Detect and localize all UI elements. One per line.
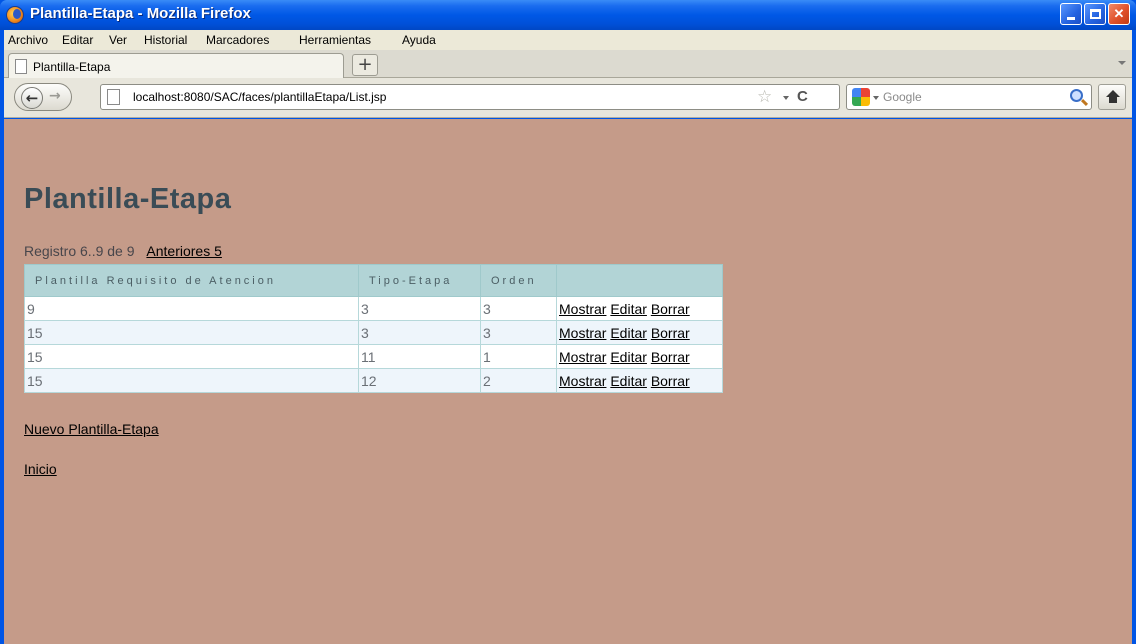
menu-historial[interactable]: Historial xyxy=(144,33,187,47)
cell-tipo-etapa: 3 xyxy=(358,296,481,321)
column-header-plantilla: Plantilla Requisito de Atencion xyxy=(24,264,359,297)
table-row: 15 11 1 Mostrar Editar Borrar xyxy=(24,344,723,369)
show-link[interactable]: Mostrar xyxy=(559,301,606,317)
bookmark-star-icon[interactable]: ☆ xyxy=(757,87,772,107)
cell-plantilla: 15 xyxy=(24,368,359,393)
cell-orden: 1 xyxy=(480,344,557,369)
search-bar[interactable]: Google xyxy=(846,84,1092,110)
search-engine-dropdown-icon[interactable] xyxy=(873,96,879,100)
new-tab-button[interactable]: + xyxy=(352,54,378,76)
show-link[interactable]: Mostrar xyxy=(559,349,606,365)
url-text[interactable]: localhost:8080/SAC/faces/plantillaEtapa/… xyxy=(133,90,386,104)
url-bar[interactable]: localhost:8080/SAC/faces/plantillaEtapa/… xyxy=(100,84,840,110)
cell-plantilla: 15 xyxy=(24,320,359,345)
edit-link[interactable]: Editar xyxy=(610,373,647,389)
delete-link[interactable]: Borrar xyxy=(651,325,690,341)
close-icon: ✕ xyxy=(1113,6,1125,21)
edit-link[interactable]: Editar xyxy=(610,349,647,365)
close-button[interactable]: ✕ xyxy=(1108,3,1130,25)
column-header-tipo-etapa: Tipo-Etapa xyxy=(358,264,481,297)
cell-tipo-etapa: 11 xyxy=(358,344,481,369)
firefox-logo-icon xyxy=(6,6,24,24)
cell-orden: 2 xyxy=(480,368,557,393)
show-link[interactable]: Mostrar xyxy=(559,373,606,389)
delete-link[interactable]: Borrar xyxy=(651,301,690,317)
search-icon[interactable] xyxy=(1070,89,1083,102)
menu-bar: Archivo Editar Ver Historial Marcadores … xyxy=(4,30,1132,50)
home-icon xyxy=(1106,90,1120,103)
data-table: Plantilla Requisito de Atencion Tipo-Eta… xyxy=(24,264,723,393)
window-border-right xyxy=(1132,30,1136,644)
cell-actions: Mostrar Editar Borrar xyxy=(556,344,723,369)
google-icon[interactable] xyxy=(852,88,870,106)
maximize-button[interactable] xyxy=(1084,3,1106,25)
maximize-icon xyxy=(1089,9,1101,19)
edit-link[interactable]: Editar xyxy=(610,301,647,317)
home-link[interactable]: Inicio xyxy=(24,461,57,477)
minimize-icon xyxy=(1067,16,1075,20)
forward-arrow-icon[interactable]: → xyxy=(49,88,61,104)
table-header-row: Plantilla Requisito de Atencion Tipo-Eta… xyxy=(24,264,723,297)
page-icon xyxy=(15,59,27,74)
url-history-dropdown-icon[interactable] xyxy=(783,96,789,100)
window-title: Plantilla-Etapa - Mozilla Firefox xyxy=(30,5,251,22)
record-range-text: Registro 6..9 de 9 xyxy=(24,243,135,259)
tab-bar: Plantilla-Etapa + xyxy=(4,50,1132,79)
back-arrow-icon[interactable]: ← xyxy=(21,87,43,109)
page-content: Plantilla-Etapa Registro 6..9 de 9 Anter… xyxy=(4,119,1132,644)
navigation-toolbar: ← → localhost:8080/SAC/faces/plantillaEt… xyxy=(4,78,1132,118)
cell-actions: Mostrar Editar Borrar xyxy=(556,320,723,345)
tab-plantilla-etapa[interactable]: Plantilla-Etapa xyxy=(8,53,344,79)
page-title: Plantilla-Etapa xyxy=(24,183,232,215)
search-input[interactable]: Google xyxy=(883,90,922,104)
edit-link[interactable]: Editar xyxy=(610,325,647,341)
window-border-left xyxy=(0,30,4,644)
back-forward-group: ← → xyxy=(14,83,72,111)
column-header-actions xyxy=(556,264,723,297)
cell-actions: Mostrar Editar Borrar xyxy=(556,296,723,321)
browser-window: Plantilla-Etapa - Mozilla Firefox ✕ Arch… xyxy=(0,0,1136,644)
cell-plantilla: 9 xyxy=(24,296,359,321)
menu-ver[interactable]: Ver xyxy=(109,33,127,47)
menu-editar[interactable]: Editar xyxy=(62,33,93,47)
show-link[interactable]: Mostrar xyxy=(559,325,606,341)
delete-link[interactable]: Borrar xyxy=(651,349,690,365)
cell-orden: 3 xyxy=(480,296,557,321)
page-icon xyxy=(107,89,120,105)
cell-tipo-etapa: 3 xyxy=(358,320,481,345)
title-bar: Plantilla-Etapa - Mozilla Firefox ✕ xyxy=(0,0,1136,30)
menu-archivo[interactable]: Archivo xyxy=(8,33,48,47)
cell-plantilla: 15 xyxy=(24,344,359,369)
menu-marcadores[interactable]: Marcadores xyxy=(206,33,269,47)
reload-icon[interactable]: C xyxy=(797,88,808,105)
cell-actions: Mostrar Editar Borrar xyxy=(556,368,723,393)
minimize-button[interactable] xyxy=(1060,3,1082,25)
cell-tipo-etapa: 12 xyxy=(358,368,481,393)
tab-label: Plantilla-Etapa xyxy=(33,60,111,74)
table-row: 9 3 3 Mostrar Editar Borrar xyxy=(24,296,723,321)
delete-link[interactable]: Borrar xyxy=(651,373,690,389)
home-button[interactable] xyxy=(1098,84,1126,110)
menu-herramientas[interactable]: Herramientas xyxy=(299,33,371,47)
cell-orden: 3 xyxy=(480,320,557,345)
column-header-orden: Orden xyxy=(480,264,557,297)
table-row: 15 3 3 Mostrar Editar Borrar xyxy=(24,320,723,345)
new-plantilla-etapa-link[interactable]: Nuevo Plantilla-Etapa xyxy=(24,421,159,437)
table-row: 15 12 2 Mostrar Editar Borrar xyxy=(24,368,723,393)
tab-list-dropdown-icon[interactable] xyxy=(1118,61,1126,65)
menu-ayuda[interactable]: Ayuda xyxy=(402,33,436,47)
previous-page-link[interactable]: Anteriores 5 xyxy=(146,243,221,259)
paging-info: Registro 6..9 de 9 Anteriores 5 xyxy=(24,243,222,259)
